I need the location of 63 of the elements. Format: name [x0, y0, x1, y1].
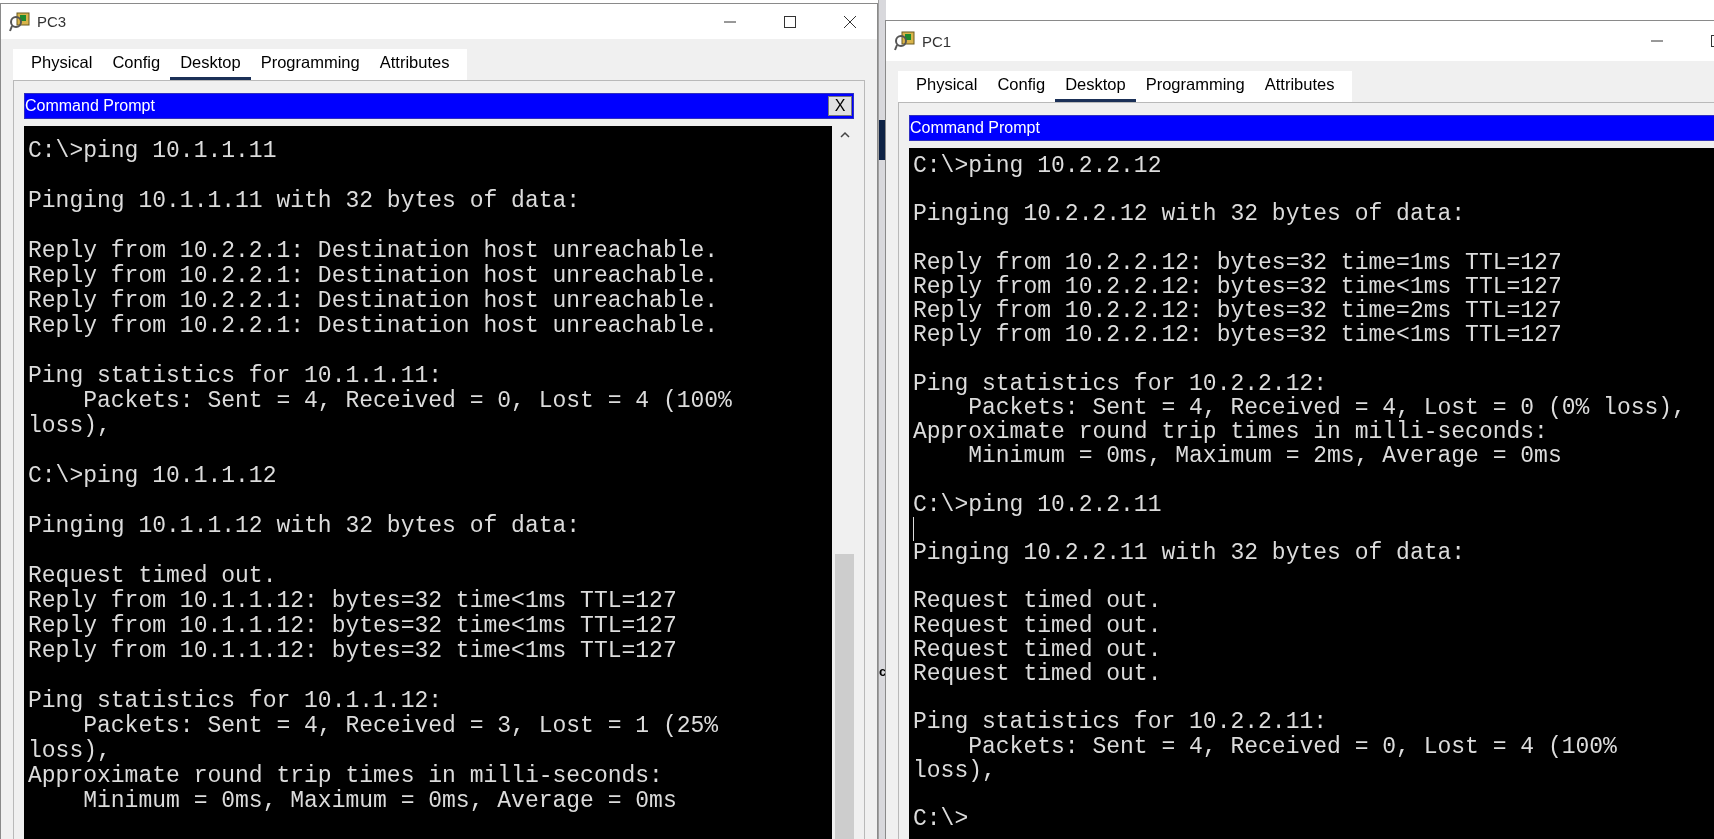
terminal-line: Ping statistics for 10.1.1.12:: [28, 689, 444, 714]
tab[interactable]: Physical: [906, 71, 988, 102]
terminal-line: C:\>ping 10.1.1.12: [28, 464, 278, 489]
terminal-line: Request timed out.: [913, 661, 1163, 687]
tab[interactable]: Desktop: [1055, 71, 1136, 102]
terminal-line: Packets: Sent = 4, Received = 0, Lost = 4 (100%: [968, 734, 1618, 759]
terminal-line: Approximate round trip times in milli-seconds:: [913, 420, 1549, 445]
terminal-line: loss),: [913, 758, 997, 783]
terminal-line: Reply from 10.2.2.1: Destination host unreachable.: [28, 314, 720, 339]
terminal-line: Request timed out.: [28, 564, 278, 589]
terminal-line: Reply from 10.2.2.12: bytes=32 time<1ms TTL=127: [913, 323, 1563, 348]
terminal-line: loss),: [28, 414, 112, 439]
app-title: Command Prompt: [25, 97, 156, 115]
pc-magnifier-icon: [894, 30, 916, 52]
close-icon[interactable]: [843, 14, 857, 29]
terminal-line: Pinging 10.2.2.11 with 32 bytes of data:: [913, 541, 1467, 566]
scroll-thumb[interactable]: [835, 554, 854, 839]
terminal-line: C:\>ping 10.2.2.12: [913, 154, 1163, 179]
terminal-line: Reply from 10.2.2.12: bytes=32 time=1ms TTL=127: [913, 250, 1563, 275]
tab[interactable]: Attributes: [369, 49, 460, 80]
terminal-line: C:\>ping 10.2.2.11: [913, 492, 1163, 517]
pc-magnifier-icon: [9, 10, 31, 33]
terminal-line: Reply from 10.2.2.1: Destination host unreachable.: [28, 239, 720, 264]
tab[interactable]: Config: [102, 49, 171, 80]
terminal-line: C:\>: [913, 807, 970, 832]
window-title: PC3: [37, 13, 67, 30]
tab[interactable]: Physical: [21, 49, 103, 80]
tab[interactable]: Desktop: [170, 49, 251, 80]
terminal-line: Ping statistics for 10.2.2.12:: [913, 371, 1328, 396]
terminal-line: Approximate round trip times in milli-seconds:: [28, 764, 664, 789]
terminal-line: Reply from 10.2.2.1: Destination host unreachable.: [28, 264, 720, 289]
tab[interactable]: Programming: [1135, 71, 1255, 102]
terminal-line: Packets: Sent = 4, Received = 4, Lost = 0 (0% loss),: [968, 395, 1687, 421]
terminal-line: Request timed out.: [913, 589, 1163, 614]
terminal-line: Reply from 10.2.2.12: bytes=32 time<1ms TTL=127: [913, 274, 1563, 300]
app-title: Command Prompt: [910, 119, 1041, 137]
terminal-line: Request timed out.: [913, 637, 1163, 662]
terminal-line: Reply from 10.1.1.12: bytes=32 time<1ms TTL=127: [28, 589, 678, 614]
terminal-line: Ping statistics for 10.2.2.11:: [913, 710, 1328, 735]
terminal-line: Ping statistics for 10.1.1.11:: [28, 364, 444, 389]
terminal-line: C:\>ping 10.1.1.11: [28, 139, 278, 164]
terminal-line: Reply from 10.2.2.1: Destination host unreachable.: [28, 289, 720, 314]
terminal-line: Reply from 10.1.1.12: bytes=32 time<1ms TTL=127: [28, 614, 678, 639]
maximize-icon[interactable]: [783, 14, 797, 29]
terminal-line: Request timed out.: [913, 613, 1163, 638]
terminal-line: Minimum = 0ms, Maximum = 0ms, Average = 0ms: [82, 789, 678, 814]
terminal-line: Reply from 10.2.2.12: bytes=32 time=2ms TTL=127: [913, 299, 1563, 324]
terminal-line: Pinging 10.2.2.12 with 32 bytes of data:: [913, 202, 1467, 227]
tab[interactable]: Attributes: [1254, 71, 1345, 102]
close-button[interactable]: X: [828, 96, 852, 116]
scroll-up-icon[interactable]: [838, 131, 851, 139]
terminal-line: Pinging 10.1.1.12 with 32 bytes of data:: [28, 514, 582, 539]
tab[interactable]: Config: [987, 71, 1056, 102]
text-cursor: [913, 516, 914, 541]
terminal-line: Minimum = 0ms, Maximum = 2ms, Average = 0ms: [968, 444, 1563, 469]
partial-text: c: [879, 664, 887, 679]
terminal-line: loss),: [28, 739, 112, 764]
tab[interactable]: Programming: [250, 49, 370, 80]
terminal-line: Packets: Sent = 4, Received = 3, Lost = 1 (25%: [82, 714, 720, 739]
terminal-line: Pinging 10.1.1.11 with 32 bytes of data:: [28, 189, 582, 214]
terminal-line: Packets: Sent = 4, Received = 0, Lost = 4 (100%: [82, 389, 733, 414]
window-title: PC1: [922, 32, 952, 50]
terminal-line: Reply from 10.1.1.12: bytes=32 time<1ms TTL=127: [28, 639, 678, 664]
